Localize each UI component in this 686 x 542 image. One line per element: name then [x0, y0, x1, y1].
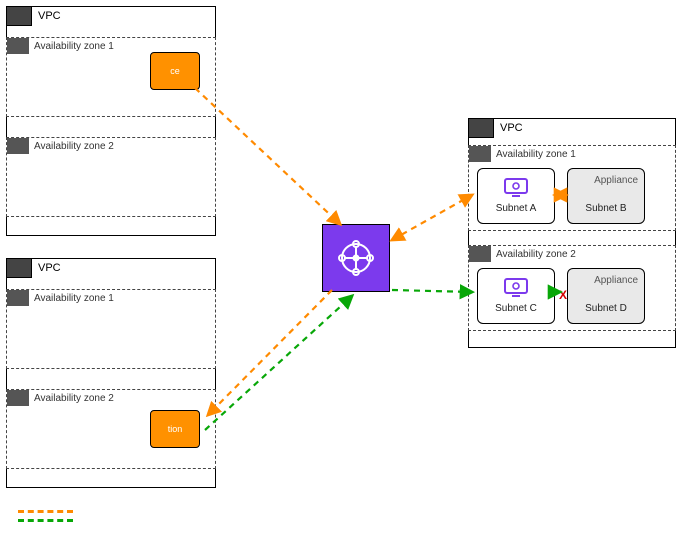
az-label: Availability zone 2 — [491, 247, 581, 262]
vpc-label: VPC — [494, 119, 529, 137]
instance-icon — [478, 173, 554, 203]
az-label: Availability zone 1 — [491, 147, 581, 162]
az-tab-icon — [7, 390, 29, 406]
vpc-label: VPC — [32, 259, 67, 277]
az-band-right-2: Availability zone 2 Subnet C Appliance S… — [468, 245, 676, 331]
transit-gateway-hub — [322, 224, 390, 292]
instance-icon — [478, 273, 554, 303]
vpc-header: VPC — [468, 118, 529, 138]
failure-x-icon: X — [559, 288, 567, 302]
destination-node: tion — [150, 410, 200, 448]
subnet-label: Subnet B — [568, 203, 644, 214]
legend-row-green — [18, 519, 81, 522]
az-tab-icon — [469, 246, 491, 262]
az-header: Availability zone 1 — [7, 38, 119, 54]
vpc-header: VPC — [6, 6, 67, 26]
appliance-label: Appliance — [594, 175, 638, 186]
az-tab-icon — [7, 38, 29, 54]
subnet-c: Subnet C — [477, 268, 555, 324]
vpc-box-bottom-left: VPC Availability zone 1 Availability zon… — [6, 258, 216, 488]
vpc-box-right: VPC Availability zone 1 Subnet A Applian… — [468, 118, 676, 348]
hub-icon — [331, 233, 381, 283]
az-header: Availability zone 2 — [469, 246, 581, 262]
az-header: Availability zone 2 — [7, 390, 119, 406]
appliance-label: Appliance — [594, 275, 638, 286]
az-band-2: Availability zone 2 — [6, 137, 216, 217]
source-node: ce — [150, 52, 200, 90]
az-tab-icon — [7, 138, 29, 154]
az-band-right-1: Availability zone 1 Subnet A Appliance S… — [468, 145, 676, 231]
legend — [18, 510, 81, 528]
source-node-label: ce — [170, 66, 180, 76]
legend-swatch-green — [18, 519, 73, 522]
subnet-label: Subnet C — [478, 303, 554, 314]
vpc-tab-icon — [468, 118, 494, 138]
az-header: Availability zone 1 — [7, 290, 119, 306]
az-tab-icon — [7, 290, 29, 306]
az-header: Availability zone 2 — [7, 138, 119, 154]
subnet-a: Subnet A — [477, 168, 555, 224]
subnet-label: Subnet A — [478, 203, 554, 214]
vpc-header: VPC — [6, 258, 67, 278]
legend-swatch-orange — [18, 510, 73, 513]
subnet-b: Appliance Subnet B — [567, 168, 645, 224]
subnet-d: Appliance Subnet D — [567, 268, 645, 324]
az-label: Availability zone 2 — [29, 139, 119, 154]
az-label: Availability zone 1 — [29, 291, 119, 306]
destination-node-label: tion — [168, 424, 183, 434]
vpc-box-top-left: VPC Availability zone 1 Availability zon… — [6, 6, 216, 236]
vpc-tab-icon — [6, 258, 32, 278]
vpc-label: VPC — [32, 7, 67, 25]
az-label: Availability zone 2 — [29, 391, 119, 406]
az-label: Availability zone 1 — [29, 39, 119, 54]
az-tab-icon — [469, 146, 491, 162]
az-header: Availability zone 1 — [469, 146, 581, 162]
az-band-1: Availability zone 1 — [6, 289, 216, 369]
vpc-tab-icon — [6, 6, 32, 26]
legend-row-orange — [18, 510, 81, 513]
subnet-label: Subnet D — [568, 303, 644, 314]
